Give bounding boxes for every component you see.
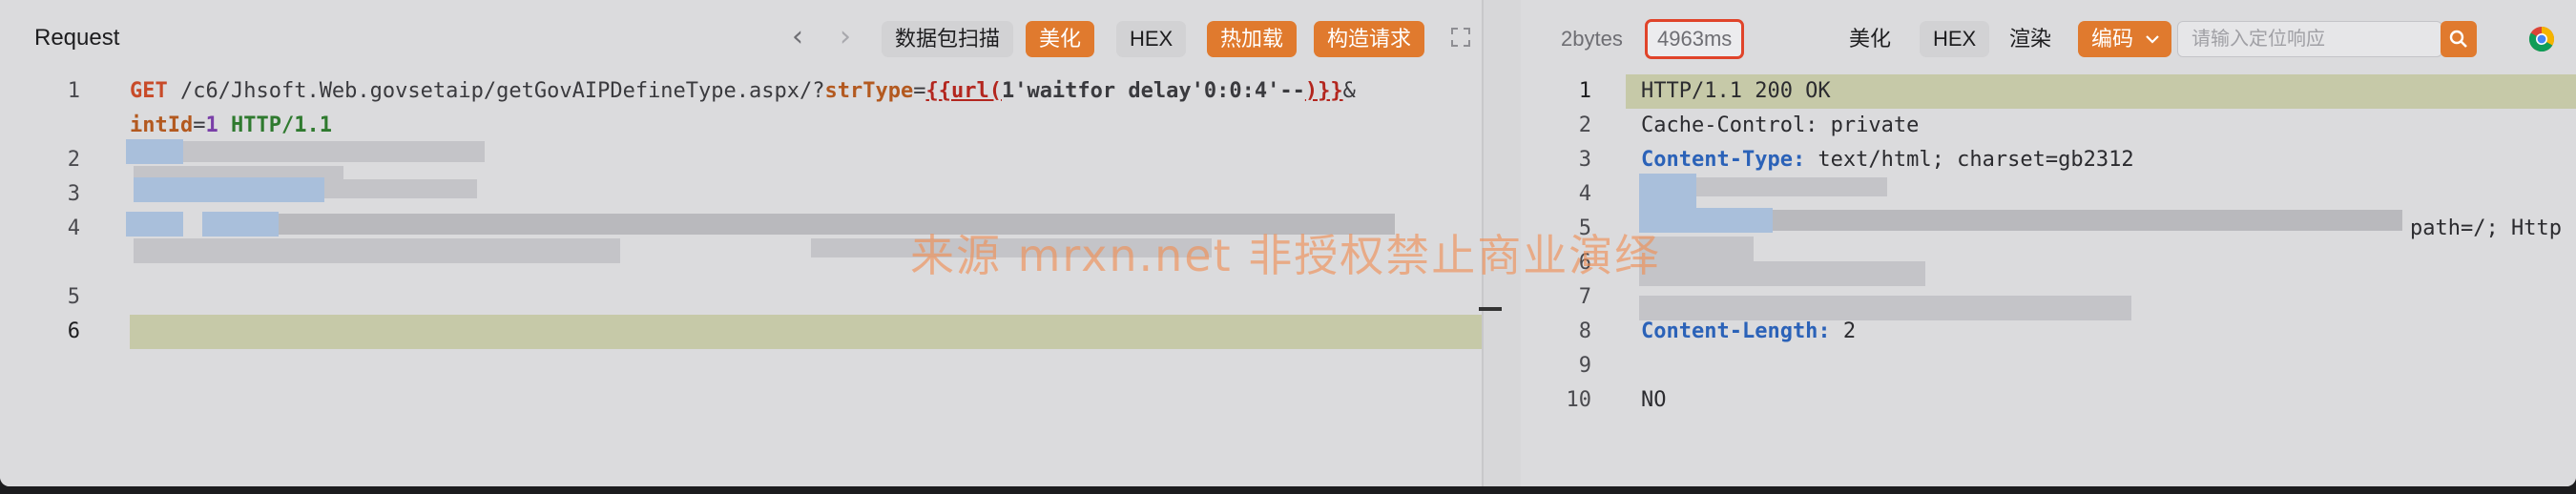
response-line-3: 3 Content-Type: text/html; charset=gb231… [1578, 148, 2134, 172]
redacted-block [1773, 210, 2402, 231]
request-line-1: 1 GET /c6/Jhsoft.Web.govsetaip/getGovAIP… [67, 79, 1356, 103]
request-title: Request [34, 25, 120, 51]
redacted-block [1639, 261, 1925, 286]
forward-arrow-icon[interactable]: › [840, 23, 851, 51]
response-toolbar: 2bytes 4963ms 美化 HEX 渲染 编码 请输入定位响应 [1521, 0, 2576, 74]
request-line-6: 6 [67, 319, 80, 343]
redacted-block [134, 177, 324, 202]
response-line-9: 9 [1578, 354, 1591, 378]
response-hex-button[interactable]: HEX [1920, 21, 1990, 57]
chevron-down-icon [2146, 35, 2159, 44]
render-button[interactable]: 渲染 [1996, 21, 2065, 57]
back-arrow-icon[interactable]: ‹ [792, 23, 803, 51]
encoding-label: 编码 [2091, 27, 2134, 51]
response-size: 2bytes [1561, 27, 1623, 51]
packet-scan-button[interactable]: 数据包扫描 [882, 21, 1014, 57]
build-request-button[interactable]: 构造请求 [1314, 21, 1425, 57]
watermark: 来源 mrxn.net 非授权禁止商业演绎 [910, 230, 1661, 281]
encoding-dropdown[interactable]: 编码 [2078, 21, 2172, 57]
response-beautify-button[interactable]: 美化 [1836, 21, 1904, 57]
search-button[interactable] [2441, 21, 2477, 57]
chrome-browser-icon[interactable] [2528, 26, 2555, 52]
response-pane: 2bytes 4963ms 美化 HEX 渲染 编码 请输入定位响应 1 HTT… [1521, 0, 2576, 486]
response-line-10: 10 NO [1566, 388, 1667, 412]
request-toolbar: Request ‹ › 数据包扫描 美化 HEX 热加载 构造请求 [0, 0, 1482, 74]
search-icon [2449, 30, 2467, 48]
http-tool-window: Request ‹ › 数据包扫描 美化 HEX 热加载 构造请求 1 GET … [0, 0, 2576, 486]
response-line-2: 2 Cache-Control: private [1578, 113, 1920, 137]
redacted-block [126, 212, 183, 237]
locate-response-input[interactable]: 请输入定位响应 [2177, 21, 2442, 57]
response-time: 4963ms [1645, 19, 1745, 59]
redacted-block [1696, 177, 1887, 196]
request-line-5: 5 [67, 285, 80, 309]
redacted-block [183, 141, 485, 162]
text-cursor [1479, 307, 1502, 311]
redacted-block [134, 238, 620, 263]
response-line-1: 1 HTTP/1.1 200 OK [1578, 79, 1831, 103]
redacted-block [202, 212, 279, 237]
redacted-block [1639, 296, 2131, 320]
expand-icon[interactable] [1450, 27, 1471, 48]
hex-button[interactable]: HEX [1116, 21, 1187, 57]
redacted-block [126, 139, 183, 164]
redacted-block [324, 179, 477, 198]
request-line-1-wrap: intId=1 HTTP/1.1 [130, 113, 332, 137]
hot-load-button[interactable]: 热加载 [1207, 21, 1298, 57]
beautify-button[interactable]: 美化 [1026, 21, 1095, 57]
